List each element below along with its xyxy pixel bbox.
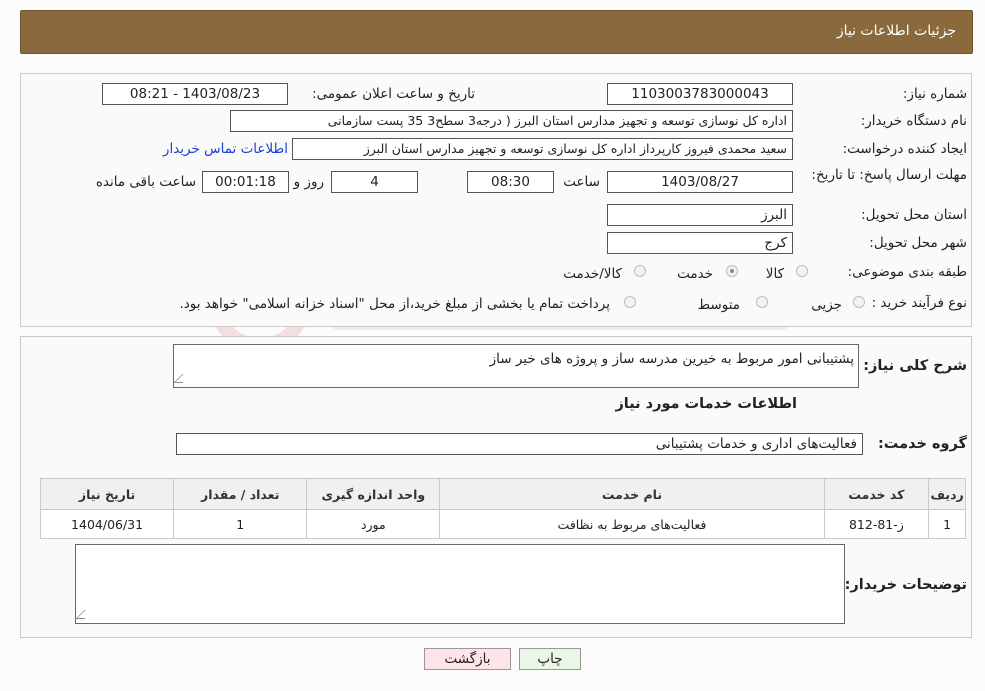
category-option-goods-service: کالا/خدمت: [563, 266, 622, 282]
need-number-label: شماره نیاز:: [902, 86, 967, 102]
summary-field: پشتیبانی امور مربوط به خیرین مدرسه ساز و…: [173, 344, 859, 388]
cell-unit: مورد: [306, 509, 441, 539]
remaining-time-field: 00:01:18: [202, 171, 289, 193]
page-title: جزئیات اطلاعات نیاز: [836, 23, 956, 39]
category-option-goods: کالا: [765, 266, 784, 282]
page-header: جزئیات اطلاعات نیاز: [20, 10, 973, 54]
city-field: کرج: [607, 232, 793, 254]
process-radio-medium[interactable]: [756, 296, 768, 308]
announce-field: 1403/08/23 - 08:21: [102, 83, 288, 105]
table-header-row: ردیف کد خدمت نام خدمت واحد اندازه گیری ت…: [39, 478, 966, 510]
resize-handle-icon[interactable]: [173, 374, 192, 383]
category-radio-goods-service[interactable]: [634, 265, 646, 277]
process-option-minor: جزیی: [811, 297, 842, 313]
requester-label: ایجاد کننده درخواست:: [842, 141, 967, 157]
process-note: پرداخت تمام یا بخشی از مبلغ خرید،از محل …: [179, 296, 610, 312]
remaining-label: ساعت باقی مانده: [95, 174, 196, 190]
col-header-service-code: کد خدمت: [823, 478, 930, 510]
col-header-need-date: تاریخ نیاز: [39, 478, 175, 510]
deadline-date-field: 1403/08/27: [607, 171, 793, 193]
deadline-time-field: 08:30: [467, 171, 554, 193]
cell-row-num: 1: [928, 509, 966, 539]
city-label: شهر محل تحویل:: [869, 235, 967, 251]
announce-label: تاریخ و ساعت اعلان عمومی:: [312, 86, 475, 102]
cell-service-code: ز-81-812: [823, 509, 930, 539]
buyer-notes-label: توضیحات خریدار:: [844, 577, 967, 593]
service-group-label: گروه خدمت:: [877, 436, 967, 452]
table-row: 1 ز-81-812 فعالیت‌های مربوط به نظافت مور…: [39, 509, 966, 539]
service-group-field: فعالیت‌های اداری و خدمات پشتیبانی: [176, 433, 863, 455]
summary-label: شرح کلی نیاز:: [863, 358, 967, 374]
back-button[interactable]: بازگشت: [424, 648, 511, 670]
category-radio-service[interactable]: [726, 265, 738, 277]
days-field: 4: [331, 171, 418, 193]
col-header-service-name: نام خدمت: [439, 478, 825, 510]
deadline-time-label: ساعت: [563, 174, 600, 190]
services-table: ردیف کد خدمت نام خدمت واحد اندازه گیری ت…: [39, 478, 966, 539]
category-label: طبقه بندی موضوعی:: [847, 264, 967, 280]
process-label: نوع فرآیند خرید :: [871, 295, 967, 311]
buyer-org-field: اداره کل نوسازی توسعه و تجهیز مدارس استا…: [230, 110, 793, 132]
deadline-label: مهلت ارسال پاسخ: تا تاریخ:: [811, 167, 967, 183]
buyer-notes-field[interactable]: [75, 544, 845, 624]
requester-field: سعید محمدی فیروز کارپرداز اداره کل نوساز…: [292, 138, 793, 160]
cell-service-name: فعالیت‌های مربوط به نظافت: [439, 509, 825, 539]
process-radio-minor[interactable]: [853, 296, 865, 308]
col-header-row-num: ردیف: [928, 478, 966, 510]
print-button[interactable]: چاپ: [519, 648, 581, 670]
category-radio-goods[interactable]: [796, 265, 808, 277]
col-header-unit: واحد اندازه گیری: [306, 478, 441, 510]
process-option-medium: متوسط: [697, 297, 740, 313]
col-header-quantity: تعداد / مقدار: [173, 478, 308, 510]
buyer-org-label: نام دستگاه خریدار:: [860, 113, 967, 129]
resize-handle-icon[interactable]: [75, 610, 94, 619]
buyer-contact-link[interactable]: اطلاعات تماس خریدار: [163, 141, 288, 157]
days-label: روز و: [293, 174, 324, 190]
need-number-field: 1103003783000043: [607, 83, 793, 105]
cell-need-date: 1404/06/31: [39, 509, 175, 539]
summary-text: پشتیبانی امور مربوط به خیرین مدرسه ساز و…: [489, 351, 854, 367]
province-label: استان محل تحویل:: [861, 207, 967, 223]
process-checkbox-treasury[interactable]: [624, 296, 636, 308]
cell-quantity: 1: [173, 509, 308, 539]
province-field: البرز: [607, 204, 793, 226]
services-heading: اطلاعات خدمات مورد نیاز: [615, 396, 797, 412]
category-option-service: خدمت: [677, 266, 713, 282]
